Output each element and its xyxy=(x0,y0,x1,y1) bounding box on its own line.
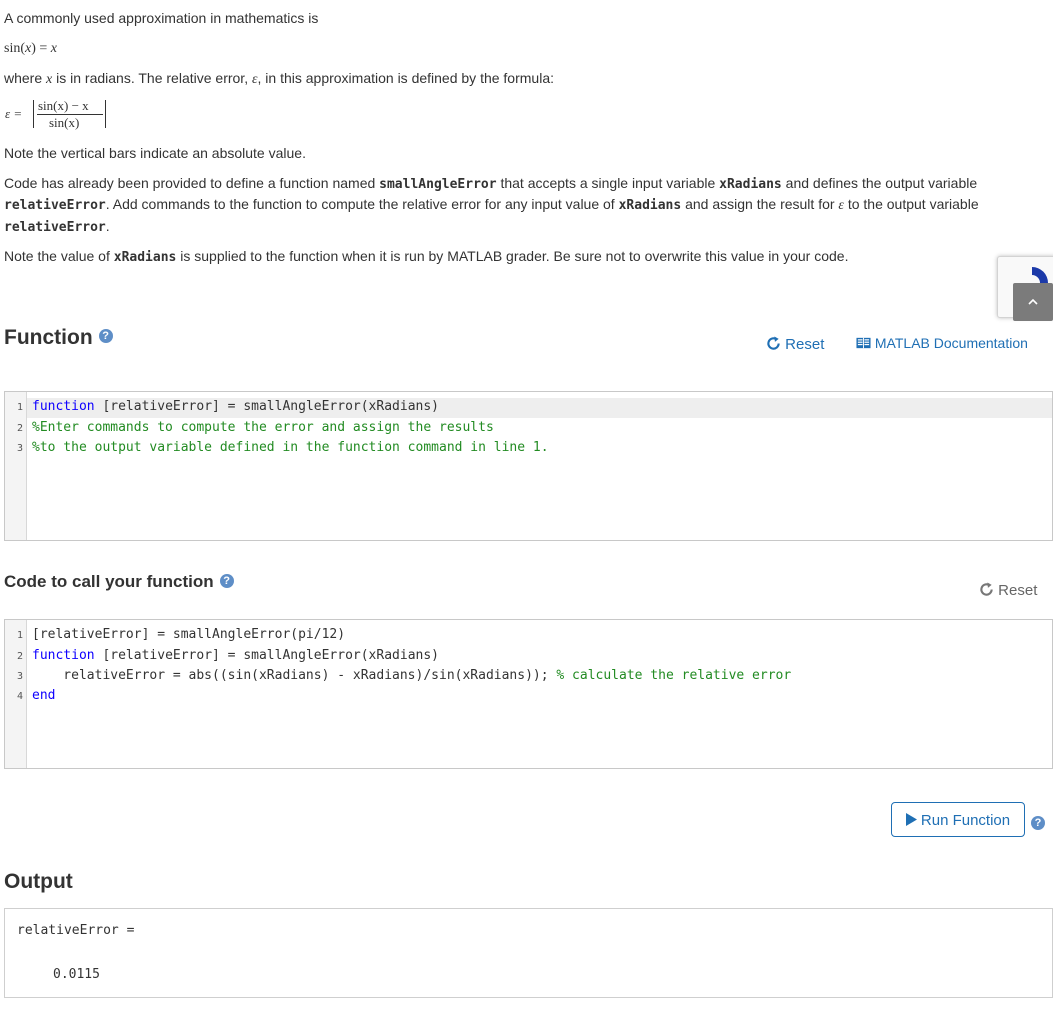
line-gutter xyxy=(5,392,27,540)
output-value: 0.0115 xyxy=(53,967,100,982)
output-panel: relativeError = 0.0115 xyxy=(4,908,1053,998)
line-number: 1 xyxy=(16,402,23,413)
function-name: smallAngleError xyxy=(379,177,497,192)
para-text: to the output variable xyxy=(843,196,979,212)
formula-eps: ε = xyxy=(5,106,23,121)
matlab-docs-link[interactable]: MATLAB Documentation xyxy=(856,335,1028,351)
code-text: [relativeError] = smallAngleError(xRadia… xyxy=(94,648,439,663)
input-var: xRadians xyxy=(113,250,177,265)
code-text: relativeError = abs((sin(xRadians) - xRa… xyxy=(32,668,557,683)
reset-icon xyxy=(767,336,780,350)
output-variable: relativeError = xyxy=(17,923,135,938)
note-supplied: Note the value of xRadians is supplied t… xyxy=(4,246,848,268)
line-number: 2 xyxy=(16,651,23,662)
code-keyword: function xyxy=(32,399,95,414)
help-icon[interactable]: ? xyxy=(98,329,113,344)
abs-bar-left xyxy=(33,100,34,128)
code-text: [relativeError] = smallAngleError(xRadia… xyxy=(94,399,439,414)
function-title: Function xyxy=(4,326,93,349)
note-text: Note the value of xyxy=(4,248,114,264)
help-icon[interactable]: ? xyxy=(219,573,234,588)
help-icon[interactable]: ? xyxy=(1031,816,1045,831)
input-var: xRadians xyxy=(618,198,682,213)
run-label: Run Function xyxy=(920,812,1011,829)
function-heading: Function? xyxy=(4,326,113,350)
line-number: 3 xyxy=(16,443,23,454)
scroll-top-icon xyxy=(1028,298,1038,305)
code-comment: % calculate the relative error xyxy=(556,668,792,683)
note-text: is supplied to the function when it is r… xyxy=(176,248,849,264)
reset-icon xyxy=(980,582,993,596)
code-line[interactable]: end xyxy=(32,688,55,703)
formula-denominator: sin(x) xyxy=(49,115,80,130)
eq-equals: ) = xyxy=(31,41,51,56)
line-number: 3 xyxy=(16,671,23,682)
para-line-2: relativeError. Add commands to the funct… xyxy=(4,194,979,216)
error-formula: ε = sin(x) − x sin(x) xyxy=(5,98,115,132)
input-var: xRadians xyxy=(719,177,782,192)
reset-label: Reset xyxy=(998,582,1038,599)
para-text: . Add commands to the function to comput… xyxy=(105,196,619,212)
line-number: 2 xyxy=(16,423,23,434)
function-reset-button[interactable]: Reset xyxy=(766,336,824,353)
scroll-top-button[interactable] xyxy=(1013,283,1053,321)
where-text-b: is in radians. The relative error, xyxy=(52,70,252,86)
note-absolute: Note the vertical bars indicate an absol… xyxy=(4,145,306,161)
para-line-1: Code has already been provided to define… xyxy=(4,173,977,195)
line-number: 4 xyxy=(16,691,23,702)
abs-bar-right xyxy=(105,100,106,128)
output-var: relativeError xyxy=(4,220,106,235)
where-text-a: where xyxy=(4,70,47,86)
docs-label: MATLAB Documentation xyxy=(874,335,1028,351)
code-line[interactable]: function [relativeError] = smallAngleErr… xyxy=(32,648,439,663)
para-text: and defines the output variable xyxy=(781,175,978,191)
output-var: relativeError xyxy=(4,198,106,213)
eq-x: x xyxy=(50,41,57,56)
code-line[interactable]: %to the output variable defined in the f… xyxy=(32,440,549,455)
para-text: and assign the result for xyxy=(681,196,839,212)
call-reset-button[interactable]: Reset xyxy=(979,582,1037,599)
where-line: where x is in radians. The relative erro… xyxy=(4,68,554,90)
para-line-3: relativeError. xyxy=(4,216,110,238)
intro-line: A commonly used approximation in mathema… xyxy=(4,10,319,26)
code-line[interactable]: function [relativeError] = smallAngleErr… xyxy=(32,399,439,414)
where-text-c: , in this approximation is defined by th… xyxy=(257,70,555,86)
code-line[interactable]: %Enter commands to compute the error and… xyxy=(32,420,494,435)
code-line[interactable]: relativeError = abs((sin(xRadians) - xRa… xyxy=(32,668,791,683)
function-editor[interactable]: 1 function [relativeError] = smallAngleE… xyxy=(4,391,1053,541)
code-keyword: function xyxy=(32,648,95,663)
call-title: Code to call your function xyxy=(4,572,214,591)
run-function-button[interactable]: Run Function xyxy=(891,802,1025,837)
eq-sin: sin( xyxy=(4,41,25,56)
output-heading: Output xyxy=(4,870,73,893)
call-editor[interactable]: 1 [relativeError] = smallAngleError(pi/1… xyxy=(4,619,1053,769)
para-text: . xyxy=(105,218,110,234)
docs-book-icon xyxy=(856,337,871,349)
formula-numerator: sin(x) − x xyxy=(38,98,89,113)
play-icon xyxy=(905,813,917,826)
reset-label: Reset xyxy=(785,336,825,353)
para-text: Code has already been provided to define… xyxy=(4,175,380,191)
para-text: that accepts a single input variable xyxy=(496,175,720,191)
approx-equation: sin(x) = x xyxy=(4,38,57,59)
call-heading: Code to call your function? xyxy=(4,572,234,592)
line-number: 1 xyxy=(16,630,23,641)
code-line[interactable]: [relativeError] = smallAngleError(pi/12) xyxy=(32,627,345,642)
